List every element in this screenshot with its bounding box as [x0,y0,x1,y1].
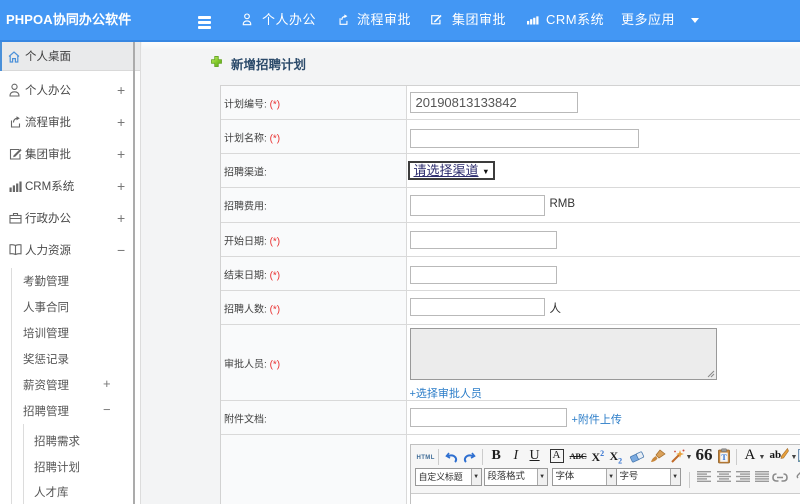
svg-text:T: T [721,453,727,462]
